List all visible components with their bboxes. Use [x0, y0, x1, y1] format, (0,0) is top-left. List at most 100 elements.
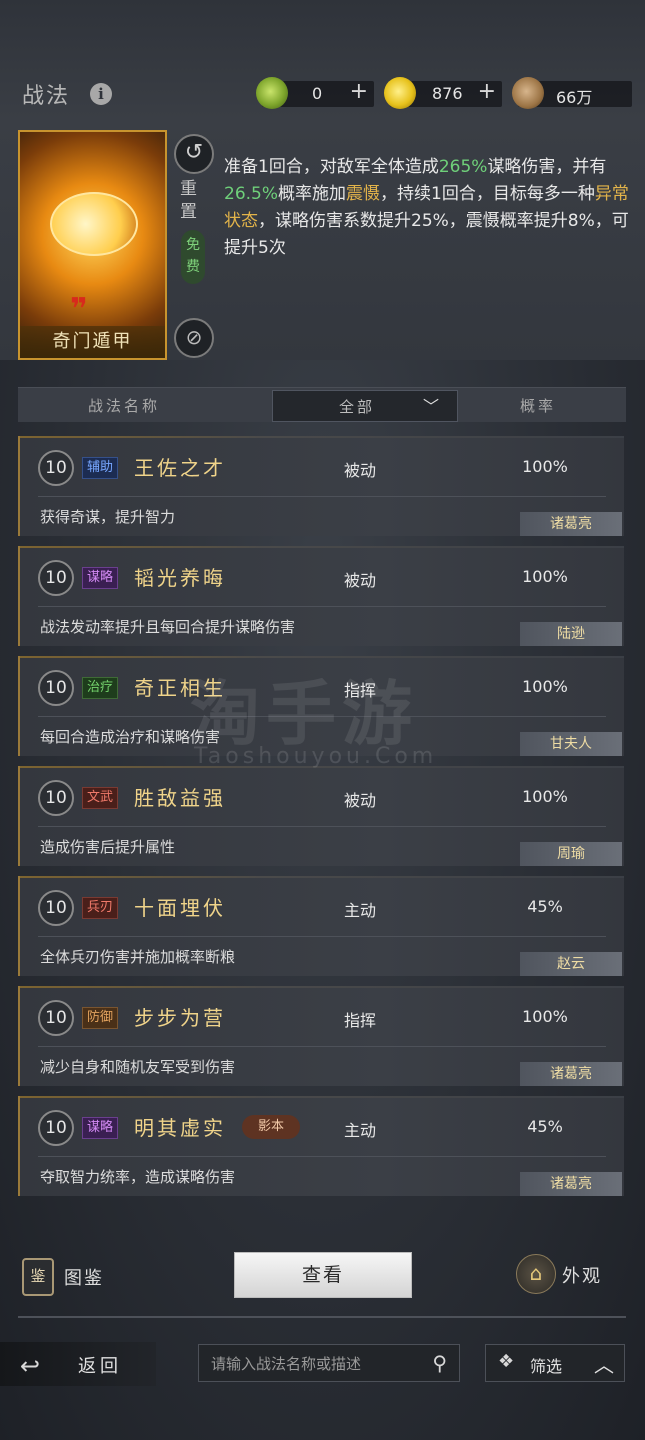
row-divider [38, 606, 606, 607]
copper-currency: 66万 [512, 77, 632, 109]
row-divider [38, 1156, 606, 1157]
atlas-button[interactable]: 鉴 图鉴 [22, 1258, 142, 1296]
row-divider [38, 496, 606, 497]
skill-tag: 谋略 [82, 1117, 119, 1139]
skill-desc: 战法发动率提升且每回合提升谋略伤害 [40, 618, 296, 636]
skill-rate: 45% [527, 1117, 563, 1136]
general-badge: 赵云 [520, 952, 622, 976]
general-badge: 陆逊 [520, 622, 622, 646]
search-icon[interactable]: ⚲ [432, 1351, 447, 1375]
skill-name: 胜敌益强 [134, 786, 226, 810]
back-label: 返回 [78, 1356, 122, 1377]
general-badge: 甘夫人 [520, 732, 622, 756]
skill-name: 王佐之才 [134, 456, 226, 480]
row-divider [38, 716, 606, 717]
filter-button[interactable]: ❖ 筛选 ︿ [485, 1344, 625, 1382]
skill-desc: 获得奇谋，提升智力 [40, 508, 176, 526]
skill-name: 韬光养晦 [134, 566, 226, 590]
skill-name: 奇正相生 [134, 676, 226, 700]
search-box[interactable]: ⚲ [198, 1344, 460, 1382]
gold-currency: 876 + [384, 77, 502, 109]
skill-card-name: 奇门遁甲 [20, 326, 165, 358]
skill-type: 被动 [344, 571, 377, 590]
skill-rate: 100% [522, 1007, 568, 1026]
appearance-label: 外观 [562, 1266, 602, 1287]
shadow-copy-badge: 影本 [242, 1115, 300, 1139]
skill-tag: 治疗 [82, 677, 119, 699]
row-divider [38, 826, 606, 827]
skill-type: 主动 [344, 901, 377, 920]
bottom-divider [18, 1316, 626, 1318]
skill-level: 10 [38, 1000, 74, 1036]
skill-rate: 100% [522, 567, 568, 586]
gold-coin-icon [384, 77, 416, 109]
skill-tag: 辅助 [82, 457, 119, 479]
atlas-label: 图鉴 [64, 1268, 104, 1289]
general-badge: 周瑜 [520, 842, 622, 866]
gold-value: 876 [432, 84, 463, 103]
search-input[interactable] [209, 1351, 418, 1377]
skill-desc: 全体兵刃伤害并施加概率断粮 [40, 948, 236, 966]
wind-icon[interactable]: ⊘ [174, 318, 214, 358]
back-arrow-icon: ↩ [20, 1352, 41, 1380]
filter-label: 筛选 [530, 1357, 563, 1376]
chevron-up-icon: ︿ [594, 1353, 614, 1377]
skill-description: 准备1回合，对敌军全体造成265%谋略伤害，并有26.5%概率施加震慑，持续1回… [224, 157, 629, 258]
reset-button[interactable]: ↺ [174, 134, 214, 174]
skill-type: 被动 [344, 461, 377, 480]
jade-coin-icon [256, 77, 288, 109]
skill-type: 主动 [344, 1121, 377, 1140]
info-icon[interactable]: i [90, 83, 112, 105]
status-link-shock[interactable]: 震慑 [346, 184, 380, 204]
add-jade-button[interactable]: + [350, 79, 368, 104]
general-badge: 诸葛亮 [520, 512, 622, 536]
skill-level: 10 [38, 890, 74, 926]
skill-tag: 防御 [82, 1007, 119, 1029]
skill-row[interactable]: 10 谋略 明其虚实 影本 主动 45% 夺取智力统率，造成谋略伤害 诸葛亮 [18, 1096, 624, 1196]
category-dropdown[interactable]: 全部 ﹀ [272, 390, 458, 422]
column-rate[interactable]: 概率 [520, 395, 556, 416]
skill-level: 10 [38, 560, 74, 596]
skill-rate: 100% [522, 677, 568, 696]
chevron-down-icon: ﹀ [423, 397, 440, 416]
skill-level: 10 [38, 780, 74, 816]
skill-rate: 100% [522, 457, 568, 476]
general-badge: 诸葛亮 [520, 1172, 622, 1196]
page-title: 战法 [22, 84, 71, 109]
column-skill-name[interactable]: 战法名称 [88, 395, 160, 416]
copper-value: 66万 [556, 88, 593, 107]
general-badge: 诸葛亮 [520, 1062, 622, 1086]
skill-row[interactable]: 10 文武 胜敌益强 被动 100% 造成伤害后提升属性 周瑜 [18, 766, 624, 866]
filter-bar: 战法名称 全部 ﹀ 概率 [18, 387, 626, 422]
skill-tag: 谋略 [82, 567, 119, 589]
skill-desc: 夺取智力统率，造成谋略伤害 [40, 1168, 236, 1186]
skill-type: 被动 [344, 791, 377, 810]
skill-desc: 每回合造成治疗和谋略伤害 [40, 728, 221, 746]
add-gold-button[interactable]: + [478, 79, 496, 104]
skill-row[interactable]: 10 谋略 韬光养晦 被动 100% 战法发动率提升且每回合提升谋略伤害 陆逊 [18, 546, 624, 646]
appearance-button[interactable]: ⌂ 外观 [516, 1254, 626, 1294]
dropdown-value: 全部 [339, 398, 376, 416]
reset-label[interactable]: 重置 [180, 178, 202, 224]
skill-name: 明其虚实 [134, 1116, 226, 1140]
skill-row[interactable]: 10 治疗 奇正相生 指挥 100% 每回合造成治疗和谋略伤害 甘夫人 [18, 656, 624, 756]
back-button[interactable]: ↩ 返回 [0, 1342, 156, 1386]
view-button[interactable]: 查看 [234, 1252, 412, 1298]
skill-level: 10 [38, 450, 74, 486]
pavilion-icon: ⌂ [516, 1254, 556, 1294]
skill-level: 10 [38, 670, 74, 706]
skill-name: 步步为营 [134, 1006, 226, 1030]
copper-coin-icon [512, 77, 544, 109]
skill-row[interactable]: 10 辅助 王佐之才 被动 100% 获得奇谋，提升智力 诸葛亮 [18, 436, 624, 536]
free-badge: 免费 [181, 230, 205, 284]
skill-row[interactable]: 10 防御 步步为营 指挥 100% 减少自身和随机友军受到伤害 诸葛亮 [18, 986, 624, 1086]
skill-type: 指挥 [344, 1011, 377, 1030]
filter-diamond-icon: ❖ [498, 1351, 515, 1372]
skill-tag: 兵刃 [82, 897, 119, 919]
skill-desc: 造成伤害后提升属性 [40, 838, 176, 856]
skill-tag: 文武 [82, 787, 119, 809]
quote-mark-icon: ❞ [70, 292, 88, 327]
skill-card[interactable]: ❞ 奇门遁甲 [18, 130, 167, 360]
skill-row[interactable]: 10 兵刃 十面埋伏 主动 45% 全体兵刃伤害并施加概率断粮 赵云 [18, 876, 624, 976]
book-icon: 鉴 [22, 1258, 54, 1296]
